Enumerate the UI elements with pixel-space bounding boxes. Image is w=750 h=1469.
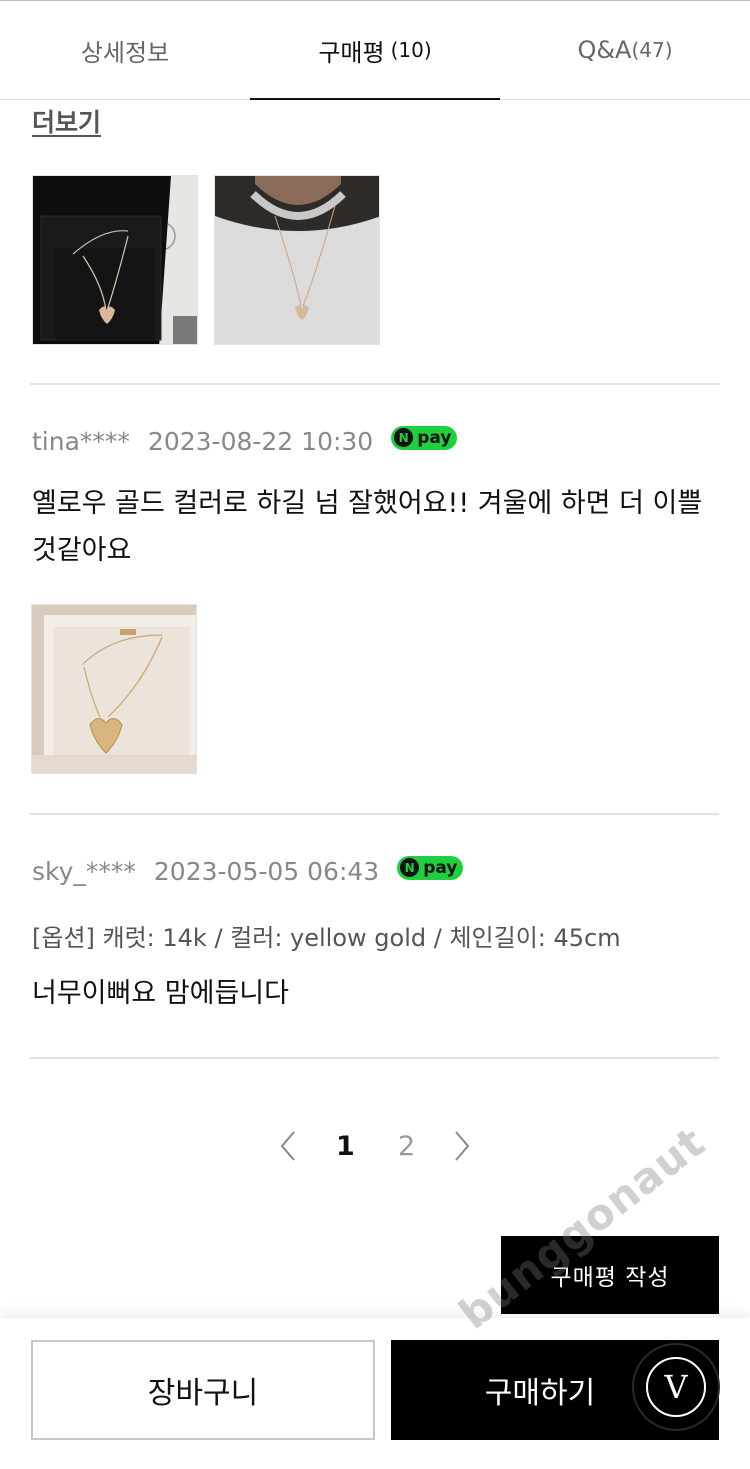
review-divider — [30, 1057, 719, 1059]
npay-icon: N pay — [391, 425, 458, 450]
npay-n-icon: N — [394, 428, 414, 447]
review-1-author: tina**** — [32, 427, 130, 456]
add-to-cart-button[interactable]: 장바구니 — [31, 1340, 375, 1440]
review-divider — [30, 383, 719, 385]
review-tabs: 상세정보 구매평 (10) Q&A (47) — [0, 0, 750, 100]
v-logo-ring: V — [646, 1357, 706, 1417]
review-2-author: sky_**** — [32, 857, 136, 886]
v-logo-letter: V — [664, 1368, 688, 1406]
tab-qna-count: (47) — [631, 38, 673, 62]
buy-label: 구매하기 — [484, 1376, 596, 1411]
review-1-meta: tina**** 2023-08-22 10:30 N pay — [32, 425, 458, 456]
tab-reviews-count: (10) — [390, 38, 432, 62]
gold-heart-necklace-photo — [32, 605, 196, 773]
tab-qna[interactable]: Q&A (47) — [500, 1, 750, 99]
npay-icon: N pay — [397, 855, 464, 880]
review-1-photo[interactable] — [31, 604, 197, 774]
necklace-worn-photo — [215, 176, 379, 344]
review-2-meta: sky_**** 2023-05-05 06:43 N pay — [32, 855, 464, 886]
npay-label: pay — [423, 857, 458, 878]
pagination: 1 2 — [270, 1125, 480, 1170]
npay-n-icon: N — [400, 858, 420, 877]
review-divider — [30, 813, 719, 815]
chevron-left-icon[interactable] — [278, 1129, 298, 1167]
tab-reviews[interactable]: 구매평 (10) — [250, 1, 500, 100]
npay-label: pay — [417, 427, 452, 448]
tab-details-label: 상세정보 — [80, 38, 170, 67]
review-1-text: 옐로우 골드 컬러로 하길 넘 잘했어요!! 겨울에 하면 더 이쁠것같아요 — [32, 488, 703, 566]
review-1-date: 2023-08-22 10:30 — [147, 427, 374, 456]
review-photo-necklace-worn[interactable] — [214, 175, 380, 345]
page-1[interactable]: 1 — [336, 1131, 355, 1162]
cart-label: 장바구니 — [147, 1376, 259, 1411]
page-2[interactable]: 2 — [398, 1131, 415, 1162]
review-2-date: 2023-05-05 06:43 — [153, 857, 380, 886]
more-link[interactable]: 더보기 — [32, 103, 101, 139]
review-2-option: [옵션] 캐럿: 14k / 컬러: yellow gold / 체인길이: 4… — [32, 924, 621, 952]
tab-qna-label: Q&A — [577, 36, 632, 64]
tab-reviews-label: 구매평 — [318, 38, 385, 67]
review-2-text: 너무이뻐요 맘에듭니다 — [32, 978, 289, 1009]
write-review-button[interactable]: 구매평 작성 — [501, 1236, 719, 1314]
v-logo-icon[interactable]: V — [632, 1343, 720, 1431]
necklace-box-photo — [33, 176, 197, 344]
chevron-right-icon[interactable] — [452, 1129, 472, 1167]
review-photo-necklace-box[interactable] — [32, 175, 198, 345]
tab-details[interactable]: 상세정보 — [0, 1, 250, 99]
